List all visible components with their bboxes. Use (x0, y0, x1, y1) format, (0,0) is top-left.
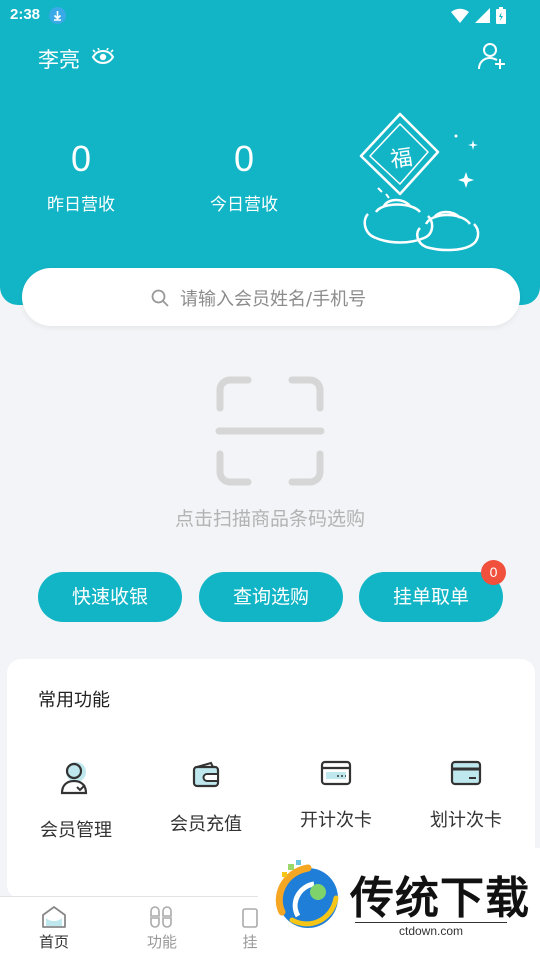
wallet-icon (192, 761, 220, 788)
member-recharge-item[interactable]: 会员充值 (146, 760, 266, 836)
nav-home-label: 首页 (38, 933, 69, 951)
open-count-card-label: 开计次卡 (300, 810, 372, 831)
hold-order-button[interactable]: 挂单取单 (359, 572, 503, 622)
member-management-item[interactable]: 会员管理 (16, 760, 136, 842)
search-placeholder[interactable]: 请输入会员姓名/手机号 (180, 285, 366, 311)
nav-functions-label: 功能 (146, 933, 177, 951)
nav-third-label: 挂 (242, 933, 258, 951)
yesterday-revenue: 0 昨日营收 (11, 138, 151, 215)
download-icon (49, 7, 66, 24)
fortune-ingot-illustration: 福 (356, 106, 490, 258)
swipe-count-card-label: 划计次卡 (430, 810, 502, 831)
status-bar: 2:38 (0, 0, 540, 30)
today-revenue-label: 今日营收 (210, 195, 278, 215)
user-name: 李亮 (38, 48, 80, 72)
open-count-card-item[interactable]: 开计次卡 (276, 760, 396, 832)
today-revenue-value: 0 (233, 138, 255, 179)
member-icon (60, 762, 88, 795)
grid-icon (150, 906, 172, 928)
scan-hint[interactable]: 点击扫描商品条码选购 (0, 504, 540, 531)
battery-icon (496, 7, 506, 24)
yesterday-revenue-label: 昨日营收 (47, 195, 115, 215)
common-functions-title: 常用功能 (38, 690, 110, 711)
watermark-url: ctdown.com (355, 922, 507, 938)
quick-checkout-button[interactable]: 快速收银 (38, 572, 182, 622)
watermark-logo-icon (268, 858, 346, 940)
add-user-icon[interactable] (478, 42, 506, 74)
member-recharge-label: 会员充值 (170, 814, 242, 835)
yesterday-revenue-value: 0 (70, 138, 92, 179)
hold-order-badge: 0 (481, 560, 506, 585)
today-revenue: 0 今日营收 (174, 138, 314, 215)
card-open-icon (320, 760, 352, 786)
query-select-button[interactable]: 查询选购 (199, 572, 343, 622)
nav-home[interactable]: 首页 (9, 905, 99, 952)
search-icon (151, 289, 169, 311)
scan-barcode-icon[interactable] (215, 376, 325, 490)
status-time: 2:38 (10, 6, 41, 23)
home-icon (42, 906, 66, 928)
card-swipe-icon (450, 760, 482, 786)
swipe-count-card-item[interactable]: 划计次卡 (406, 760, 526, 832)
eye-icon[interactable] (91, 47, 115, 70)
svg-text:福: 福 (389, 145, 414, 173)
wifi-icon (451, 8, 469, 23)
member-management-label: 会员管理 (40, 820, 112, 841)
nav-functions[interactable]: 功能 (117, 905, 207, 952)
watermark-title: 传统下载 (350, 873, 530, 924)
signal-icon (475, 8, 490, 23)
